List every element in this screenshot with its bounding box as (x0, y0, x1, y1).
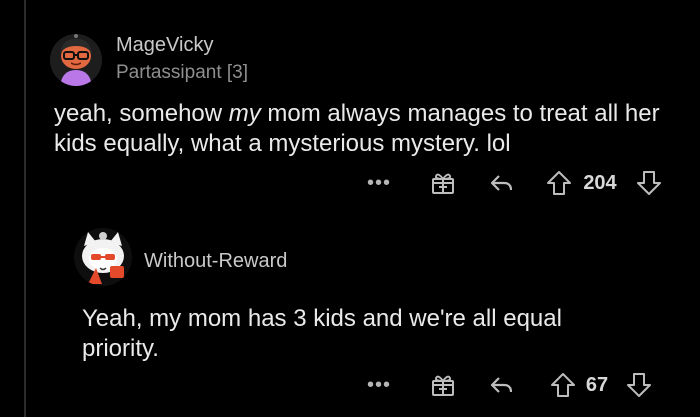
snoo-avatar-glasses-icon (50, 34, 102, 86)
comment-author[interactable]: MageVicky (116, 34, 213, 57)
comment-actions: ••• 204 (350, 168, 680, 198)
reply-arrow-icon (490, 377, 513, 393)
comment-actions: ••• 67 (350, 370, 680, 400)
reply-arrow-icon (490, 175, 513, 191)
upvote-button[interactable] (546, 168, 572, 198)
comment-author[interactable]: Without-Reward (144, 250, 287, 273)
comment-body: yeah, somehow my mom always manages to t… (54, 99, 684, 159)
vote-score: 204 (583, 171, 617, 194)
thread-line[interactable] (24, 0, 26, 417)
downvote-button[interactable] (636, 168, 662, 198)
upvote-button[interactable] (550, 370, 576, 400)
comment-body: Yeah, my mom has 3 kids and we're all eq… (82, 305, 562, 362)
comment-text-part: yeah, somehow (54, 100, 229, 127)
avatar[interactable] (74, 228, 132, 286)
comment-text-emphasis: my (228, 100, 261, 127)
avatar[interactable] (50, 34, 102, 86)
more-options-button[interactable]: ••• (364, 168, 394, 198)
gift-box-icon (432, 173, 454, 194)
reply-button[interactable] (486, 370, 516, 400)
award-button[interactable] (428, 370, 458, 400)
reply-button[interactable] (486, 168, 516, 198)
user-flair: Partassipant [3] (116, 62, 249, 83)
upvote-arrow-icon (547, 171, 571, 195)
downvote-button[interactable] (626, 370, 652, 400)
downvote-arrow-icon (637, 171, 661, 195)
upvote-arrow-icon (551, 373, 575, 397)
more-options-button[interactable]: ••• (364, 370, 394, 400)
award-button[interactable] (428, 168, 458, 198)
gift-box-icon (432, 375, 454, 396)
downvote-arrow-icon (627, 373, 651, 397)
snoo-avatar-cat-hood-icon (74, 228, 132, 286)
vote-score: 67 (585, 373, 609, 396)
